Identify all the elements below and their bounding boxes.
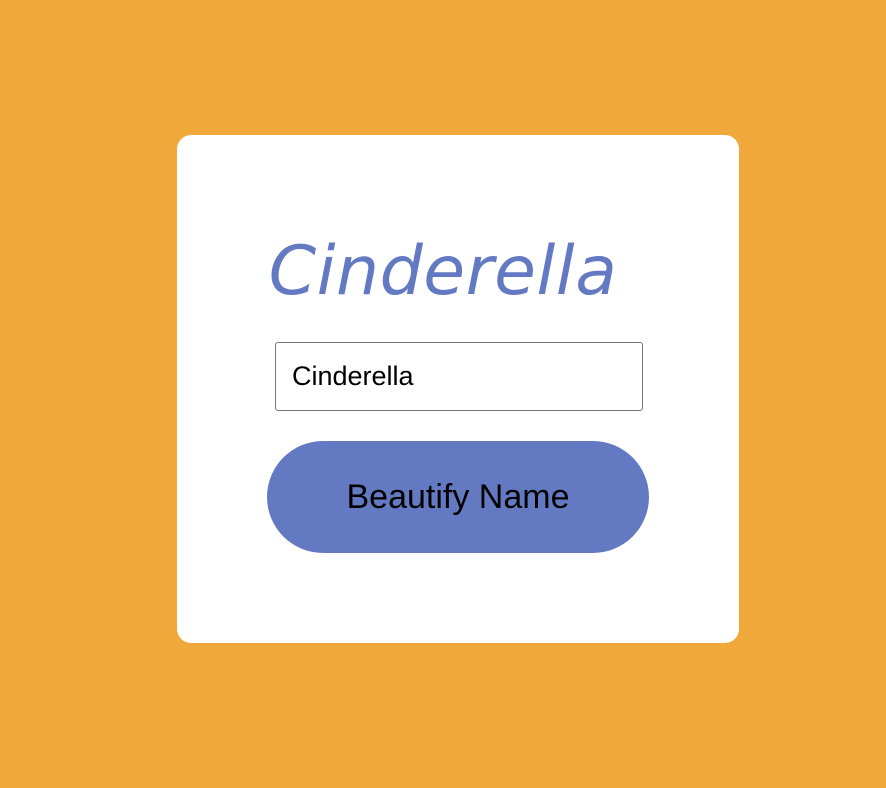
page-background: Cinderella Beautify Name	[0, 0, 886, 788]
beautify-name-button[interactable]: Beautify Name	[267, 441, 649, 553]
beautified-name-display: Cinderella	[268, 232, 618, 311]
name-input[interactable]	[275, 342, 643, 411]
